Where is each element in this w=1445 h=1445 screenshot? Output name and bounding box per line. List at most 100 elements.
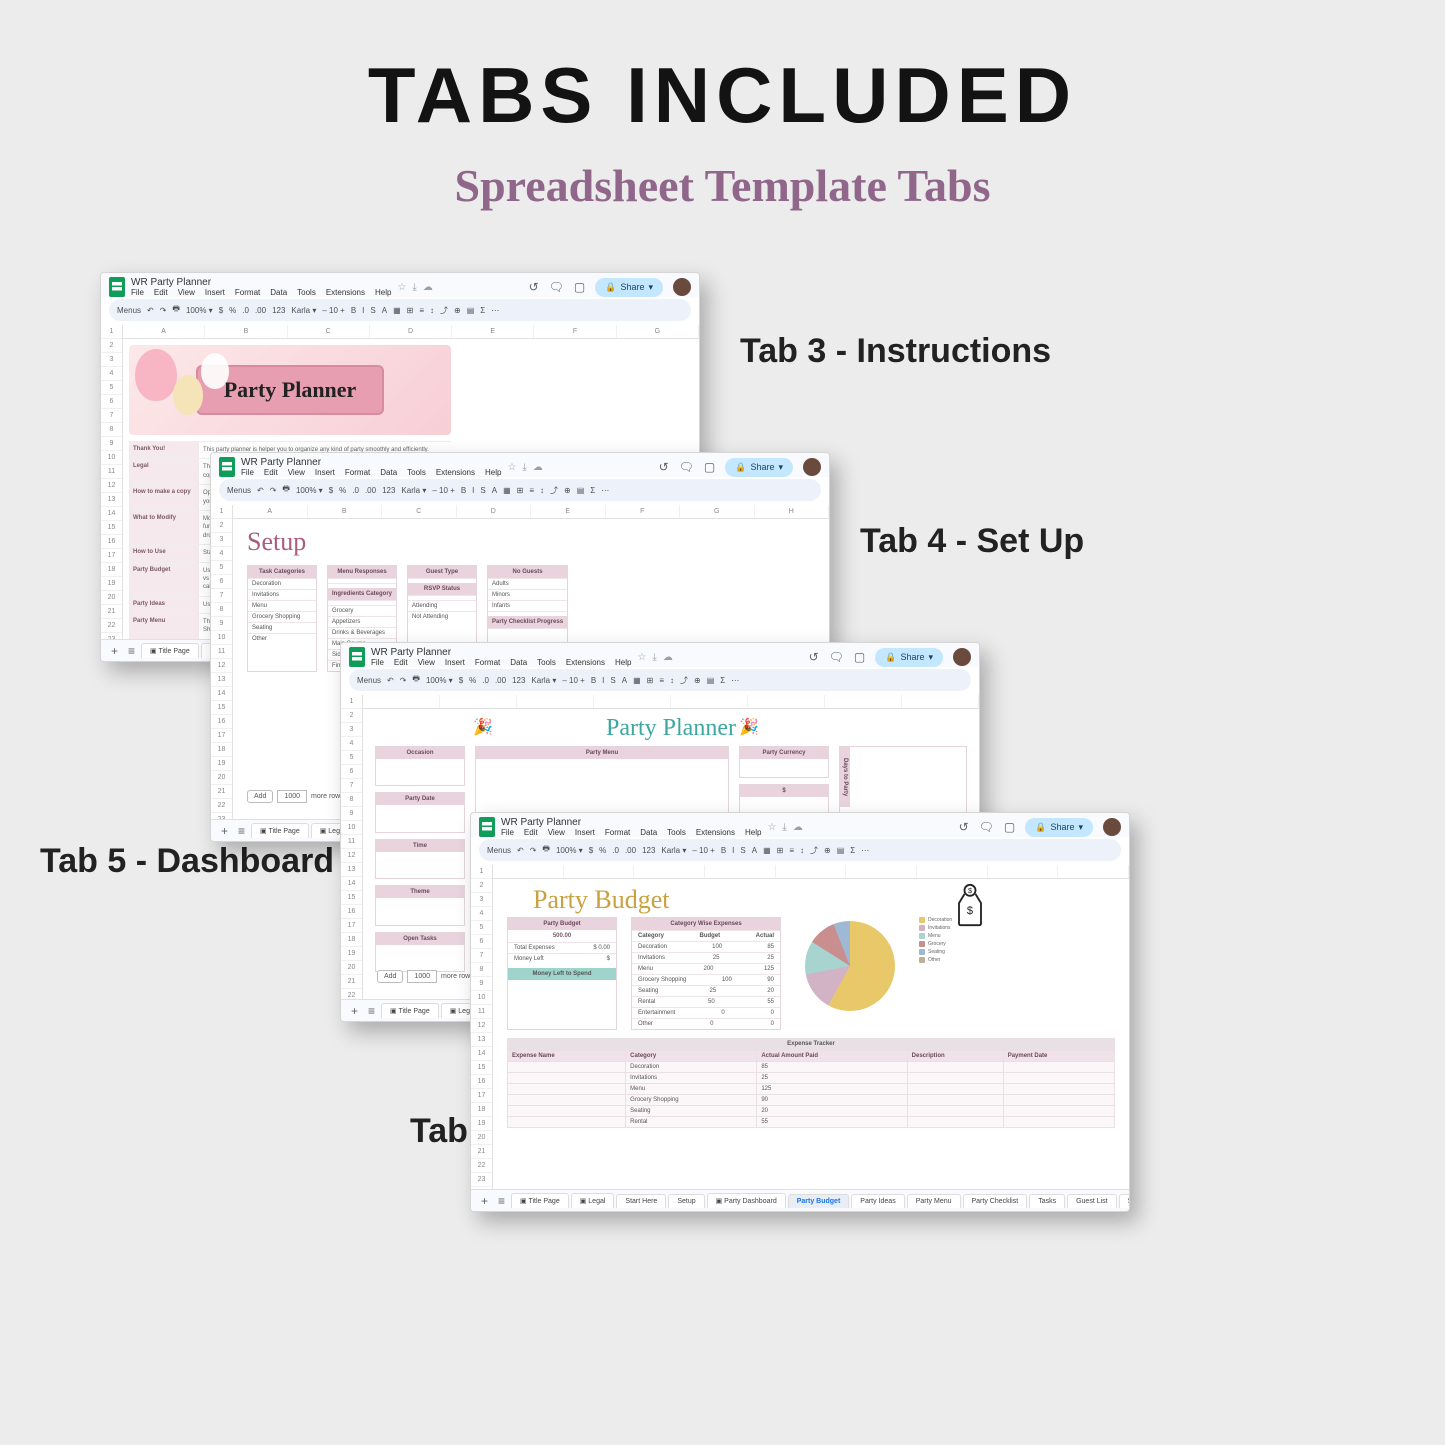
menu-file[interactable]: File xyxy=(131,288,144,297)
toolbar-item[interactable]: % xyxy=(469,676,476,685)
all-sheets-button[interactable]: ≡ xyxy=(234,824,249,838)
sheet-tab[interactable]: Party Menu xyxy=(907,1194,961,1208)
toolbar-item[interactable]: 100% ▾ xyxy=(186,306,213,315)
menu-tools[interactable]: Tools xyxy=(297,288,316,297)
toolbar-item[interactable]: ▤ xyxy=(837,846,845,855)
toolbar-item[interactable]: ↷ xyxy=(160,306,167,315)
comment-icon[interactable]: 🗨 xyxy=(979,820,994,834)
toolbar-item[interactable]: Karla ▾ xyxy=(291,306,316,315)
toolbar-item[interactable]: ≡ xyxy=(789,846,794,855)
toolbar-item[interactable]: ↕ xyxy=(540,486,544,495)
toolbar-item[interactable]: – 10 + xyxy=(322,306,344,315)
menu-data[interactable]: Data xyxy=(380,468,397,477)
menu-edit[interactable]: Edit xyxy=(524,828,538,837)
toolbar-item[interactable]: ▦ xyxy=(503,486,511,495)
toolbar-item[interactable]: ⊕ xyxy=(564,486,571,495)
move-icon[interactable]: ⤓ xyxy=(412,282,416,293)
avatar[interactable] xyxy=(803,458,821,476)
meet-icon[interactable]: ▢ xyxy=(704,460,715,474)
menu-edit[interactable]: Edit xyxy=(264,468,278,477)
toolbar-item[interactable]: B xyxy=(461,486,466,495)
menu-data[interactable]: Data xyxy=(510,658,527,667)
move-icon[interactable]: ⤓ xyxy=(522,462,526,473)
meet-icon[interactable]: ▢ xyxy=(1004,820,1015,834)
menu-view[interactable]: View xyxy=(418,658,435,667)
sheet-tab[interactable]: Tasks xyxy=(1029,1194,1065,1208)
toolbar-item[interactable]: I xyxy=(732,846,734,855)
toolbar-item[interactable]: .0 xyxy=(352,486,359,495)
toolbar-item[interactable]: 🖶 xyxy=(412,673,420,687)
menu-file[interactable]: File xyxy=(371,658,384,667)
toolbar-item[interactable]: ⋯ xyxy=(601,486,609,495)
toolbar-item[interactable]: ⊕ xyxy=(694,676,701,685)
menu-format[interactable]: Format xyxy=(475,658,500,667)
menu-format[interactable]: Format xyxy=(235,288,260,297)
menu-insert[interactable]: Insert xyxy=(575,828,595,837)
menu-tools[interactable]: Tools xyxy=(667,828,686,837)
history-icon[interactable]: ↺ xyxy=(959,820,969,834)
menu-file[interactable]: File xyxy=(501,828,514,837)
toolbar-item[interactable]: S xyxy=(480,486,485,495)
cloud-icon[interactable]: ☁ xyxy=(423,282,433,293)
toolbar-item[interactable]: – 10 + xyxy=(692,846,714,855)
toolbar-item[interactable]: B xyxy=(721,846,726,855)
menu-extensions[interactable]: Extensions xyxy=(566,658,605,667)
toolbar-item[interactable]: ↶ xyxy=(147,306,154,315)
toolbar-item[interactable]: ▦ xyxy=(393,306,401,315)
add-sheet-button[interactable]: + xyxy=(217,824,232,838)
menu-format[interactable]: Format xyxy=(605,828,630,837)
toolbar-item[interactable]: I xyxy=(602,676,604,685)
comment-icon[interactable]: 🗨 xyxy=(679,460,694,474)
avatar[interactable] xyxy=(1103,818,1121,836)
menu-extensions[interactable]: Extensions xyxy=(326,288,365,297)
toolbar-item[interactable]: ⊞ xyxy=(407,306,414,315)
toolbar-item[interactable]: ⤴ xyxy=(810,845,818,856)
all-sheets-button[interactable]: ≡ xyxy=(124,644,139,658)
toolbar-item[interactable]: 123 xyxy=(382,486,395,495)
add-sheet-button[interactable]: + xyxy=(477,1194,492,1208)
toolbar-item[interactable]: ↶ xyxy=(387,676,394,685)
menu-insert[interactable]: Insert xyxy=(445,658,465,667)
meet-icon[interactable]: ▢ xyxy=(574,280,585,294)
menu-edit[interactable]: Edit xyxy=(394,658,408,667)
menu-help[interactable]: Help xyxy=(615,658,631,667)
avatar[interactable] xyxy=(673,278,691,296)
toolbar-item[interactable]: .00 xyxy=(365,486,376,495)
toolbar-item[interactable]: Σ xyxy=(480,306,485,315)
history-icon[interactable]: ↺ xyxy=(809,650,819,664)
menu-tools[interactable]: Tools xyxy=(407,468,426,477)
menu-help[interactable]: Help xyxy=(375,288,391,297)
toolbar-item[interactable]: ↶ xyxy=(517,846,524,855)
menu-insert[interactable]: Insert xyxy=(205,288,225,297)
toolbar-item[interactable]: ↷ xyxy=(530,846,537,855)
menu-format[interactable]: Format xyxy=(345,468,370,477)
toolbar-item[interactable]: Σ xyxy=(850,846,855,855)
move-icon[interactable]: ⤓ xyxy=(652,652,656,663)
sheet-tab[interactable]: ▣ Legal xyxy=(571,1193,615,1208)
menu-view[interactable]: View xyxy=(288,468,305,477)
all-sheets-button[interactable]: ≡ xyxy=(494,1194,509,1208)
cloud-icon[interactable]: ☁ xyxy=(533,462,543,473)
sheet-tab[interactable]: Party Checklist xyxy=(963,1194,1028,1208)
toolbar-item[interactable]: 100% ▾ xyxy=(426,676,453,685)
toolbar-item[interactable]: ▦ xyxy=(633,676,641,685)
menu-view[interactable]: View xyxy=(548,828,565,837)
sheet-tab[interactable]: ▣ Title Page xyxy=(381,1003,439,1018)
toolbar-item[interactable]: ⤴ xyxy=(680,675,688,686)
sheet-tab[interactable]: Setup xyxy=(668,1194,704,1208)
toolbar-item[interactable]: .0 xyxy=(482,676,489,685)
menu-help[interactable]: Help xyxy=(745,828,761,837)
sheet-tab[interactable]: Party Budget xyxy=(788,1194,850,1208)
toolbar-item[interactable]: 123 xyxy=(272,306,285,315)
toolbar-item[interactable]: ↷ xyxy=(270,486,277,495)
toolbar-item[interactable]: ⋯ xyxy=(731,676,739,685)
toolbar-item[interactable]: Karla ▾ xyxy=(661,846,686,855)
toolbar-item[interactable]: ⊞ xyxy=(517,486,524,495)
toolbar-item[interactable]: Menus xyxy=(357,676,381,685)
menu-extensions[interactable]: Extensions xyxy=(696,828,735,837)
toolbar-item[interactable]: ⋯ xyxy=(861,846,869,855)
toolbar-item[interactable]: A xyxy=(752,846,757,855)
toolbar-item[interactable]: Menus xyxy=(117,306,141,315)
toolbar-item[interactable]: ≡ xyxy=(529,486,534,495)
toolbar-item[interactable]: ⤴ xyxy=(440,305,448,316)
